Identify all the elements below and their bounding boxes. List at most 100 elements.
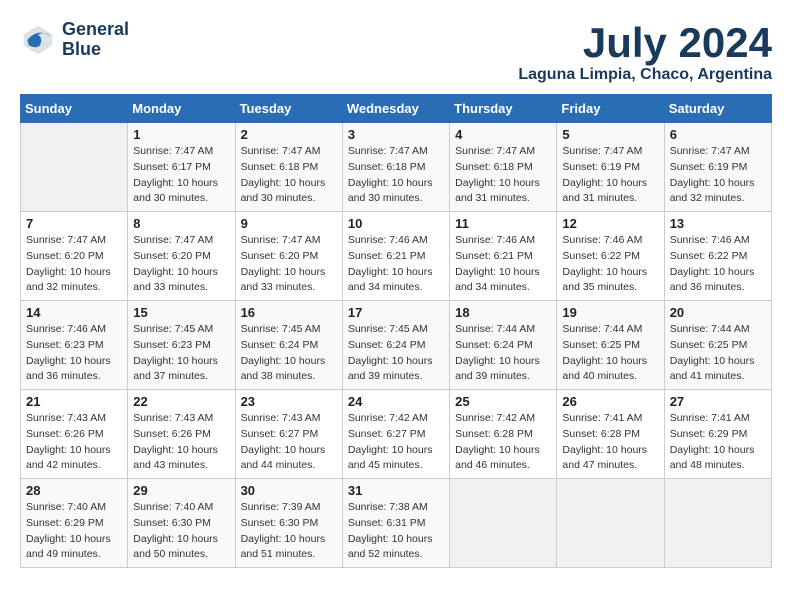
calendar-week-row: 28 Sunrise: 7:40 AM Sunset: 6:29 PM Dayli… (21, 479, 772, 568)
calendar-cell: 30Sunrise: 7:39 AM Sunset: 6:30 PM Dayli… (235, 479, 342, 568)
day-number: 29 (133, 483, 229, 498)
day-info: Sunrise: 7:40 AM Sunset: 6:29 PM Dayligh… (26, 500, 122, 563)
month-title: July 2024 (518, 20, 772, 66)
calendar-cell: 10 Sunrise: 7:46 AM Sunset: 6:21 PM Dayli… (342, 212, 449, 301)
day-info: Sunrise: 7:47 AM Sunset: 6:18 PM Dayligh… (455, 144, 551, 207)
day-number: 20 (670, 305, 766, 320)
weekday-header: Saturday (664, 95, 771, 123)
calendar-cell: 22 Sunrise: 7:43 AM Sunset: 6:26 PM Dayli… (128, 390, 235, 479)
day-number: 22 (133, 394, 229, 409)
day-info: Sunrise: 7:41 AM Sunset: 6:28 PM Dayligh… (562, 411, 658, 474)
calendar-cell: 25 Sunrise: 7:42 AM Sunset: 6:28 PM Dayli… (450, 390, 557, 479)
day-number: 15 (133, 305, 229, 320)
calendar-cell: 5 Sunrise: 7:47 AM Sunset: 6:19 PM Daylig… (557, 123, 664, 212)
weekday-header-row: SundayMondayTuesdayWednesdayThursdayFrid… (21, 95, 772, 123)
day-number: 8 (133, 216, 229, 231)
calendar-cell: 14 Sunrise: 7:46 AM Sunset: 6:23 PM Dayli… (21, 301, 128, 390)
calendar-cell: 19 Sunrise: 7:44 AM Sunset: 6:25 PM Dayli… (557, 301, 664, 390)
calendar-cell: 4 Sunrise: 7:47 AM Sunset: 6:18 PM Daylig… (450, 123, 557, 212)
day-info: Sunrise: 7:44 AM Sunset: 6:24 PM Dayligh… (455, 322, 551, 385)
day-info: Sunrise: 7:47 AM Sunset: 6:18 PM Dayligh… (241, 144, 337, 207)
weekday-header: Friday (557, 95, 664, 123)
day-number: 9 (241, 216, 337, 231)
day-info: Sunrise: 7:42 AM Sunset: 6:28 PM Dayligh… (455, 411, 551, 474)
day-number: 21 (26, 394, 122, 409)
day-number: 3 (348, 127, 444, 142)
day-info: Sunrise: 7:46 AM Sunset: 6:23 PM Dayligh… (26, 322, 122, 385)
weekday-header: Monday (128, 95, 235, 123)
calendar-cell (21, 123, 128, 212)
day-number: 7 (26, 216, 122, 231)
calendar-cell: 13Sunrise: 7:46 AM Sunset: 6:22 PM Dayli… (664, 212, 771, 301)
calendar-cell: 29Sunrise: 7:40 AM Sunset: 6:30 PM Dayli… (128, 479, 235, 568)
day-number: 26 (562, 394, 658, 409)
day-number: 16 (241, 305, 337, 320)
weekday-header: Sunday (21, 95, 128, 123)
day-number: 14 (26, 305, 122, 320)
day-info: Sunrise: 7:47 AM Sunset: 6:17 PM Dayligh… (133, 144, 229, 207)
day-info: Sunrise: 7:43 AM Sunset: 6:26 PM Dayligh… (133, 411, 229, 474)
day-info: Sunrise: 7:45 AM Sunset: 6:24 PM Dayligh… (348, 322, 444, 385)
calendar-cell: 31 Sunrise: 7:38 AM Sunset: 6:31 PM Dayli… (342, 479, 449, 568)
day-info: Sunrise: 7:46 AM Sunset: 6:22 PM Dayligh… (670, 233, 766, 296)
weekday-header: Tuesday (235, 95, 342, 123)
day-number: 30 (241, 483, 337, 498)
day-info: Sunrise: 7:45 AM Sunset: 6:24 PM Dayligh… (241, 322, 337, 385)
title-block: July 2024 Laguna Limpia, Chaco, Argentin… (518, 20, 772, 84)
calendar-week-row: 14 Sunrise: 7:46 AM Sunset: 6:23 PM Dayli… (21, 301, 772, 390)
day-number: 1 (133, 127, 229, 142)
location-title: Laguna Limpia, Chaco, Argentina (518, 66, 772, 84)
day-info: Sunrise: 7:47 AM Sunset: 6:20 PM Dayligh… (241, 233, 337, 296)
weekday-header: Wednesday (342, 95, 449, 123)
page-header: General Blue July 2024 Laguna Limpia, Ch… (20, 20, 772, 84)
day-info: Sunrise: 7:44 AM Sunset: 6:25 PM Dayligh… (670, 322, 766, 385)
day-number: 28 (26, 483, 122, 498)
day-info: Sunrise: 7:44 AM Sunset: 6:25 PM Dayligh… (562, 322, 658, 385)
logo: General Blue (20, 20, 129, 60)
day-info: Sunrise: 7:43 AM Sunset: 6:27 PM Dayligh… (241, 411, 337, 474)
logo-icon (20, 22, 56, 58)
day-info: Sunrise: 7:46 AM Sunset: 6:21 PM Dayligh… (455, 233, 551, 296)
calendar-cell: 21Sunrise: 7:43 AM Sunset: 6:26 PM Dayli… (21, 390, 128, 479)
day-info: Sunrise: 7:45 AM Sunset: 6:23 PM Dayligh… (133, 322, 229, 385)
calendar-cell: 2 Sunrise: 7:47 AM Sunset: 6:18 PM Daylig… (235, 123, 342, 212)
day-number: 25 (455, 394, 551, 409)
day-info: Sunrise: 7:47 AM Sunset: 6:20 PM Dayligh… (26, 233, 122, 296)
day-number: 5 (562, 127, 658, 142)
day-info: Sunrise: 7:38 AM Sunset: 6:31 PM Dayligh… (348, 500, 444, 563)
day-number: 4 (455, 127, 551, 142)
day-number: 10 (348, 216, 444, 231)
day-number: 31 (348, 483, 444, 498)
calendar-cell: 3Sunrise: 7:47 AM Sunset: 6:18 PM Daylig… (342, 123, 449, 212)
day-number: 27 (670, 394, 766, 409)
calendar-cell: 7 Sunrise: 7:47 AM Sunset: 6:20 PM Daylig… (21, 212, 128, 301)
calendar-cell (557, 479, 664, 568)
calendar-week-row: 7 Sunrise: 7:47 AM Sunset: 6:20 PM Daylig… (21, 212, 772, 301)
day-info: Sunrise: 7:41 AM Sunset: 6:29 PM Dayligh… (670, 411, 766, 474)
calendar-cell (450, 479, 557, 568)
day-info: Sunrise: 7:42 AM Sunset: 6:27 PM Dayligh… (348, 411, 444, 474)
calendar-cell: 1 Sunrise: 7:47 AM Sunset: 6:17 PM Daylig… (128, 123, 235, 212)
calendar-week-row: 21 Sunrise: 7:43 AM Sunset: 6:26 PM Dayli… (21, 390, 772, 479)
day-number: 12 (562, 216, 658, 231)
day-info: Sunrise: 7:47 AM Sunset: 6:19 PM Dayligh… (670, 144, 766, 207)
day-number: 2 (241, 127, 337, 142)
day-number: 23 (241, 394, 337, 409)
calendar-cell: 27 Sunrise: 7:41 AM Sunset: 6:29 PM Dayli… (664, 390, 771, 479)
calendar-cell: 11Sunrise: 7:46 AM Sunset: 6:21 PM Dayli… (450, 212, 557, 301)
day-number: 19 (562, 305, 658, 320)
calendar-cell: 17 Sunrise: 7:45 AM Sunset: 6:24 PM Dayli… (342, 301, 449, 390)
day-number: 18 (455, 305, 551, 320)
calendar-cell: 18 Sunrise: 7:44 AM Sunset: 6:24 PM Dayli… (450, 301, 557, 390)
day-info: Sunrise: 7:47 AM Sunset: 6:20 PM Dayligh… (133, 233, 229, 296)
day-number: 17 (348, 305, 444, 320)
calendar-cell: 20 Sunrise: 7:44 AM Sunset: 6:25 PM Dayli… (664, 301, 771, 390)
day-info: Sunrise: 7:46 AM Sunset: 6:21 PM Dayligh… (348, 233, 444, 296)
day-info: Sunrise: 7:47 AM Sunset: 6:19 PM Dayligh… (562, 144, 658, 207)
calendar-cell: 28 Sunrise: 7:40 AM Sunset: 6:29 PM Dayli… (21, 479, 128, 568)
calendar-cell: 15 Sunrise: 7:45 AM Sunset: 6:23 PM Dayli… (128, 301, 235, 390)
day-number: 6 (670, 127, 766, 142)
calendar-table: SundayMondayTuesdayWednesdayThursdayFrid… (20, 94, 772, 568)
day-number: 24 (348, 394, 444, 409)
calendar-cell: 24 Sunrise: 7:42 AM Sunset: 6:27 PM Dayli… (342, 390, 449, 479)
